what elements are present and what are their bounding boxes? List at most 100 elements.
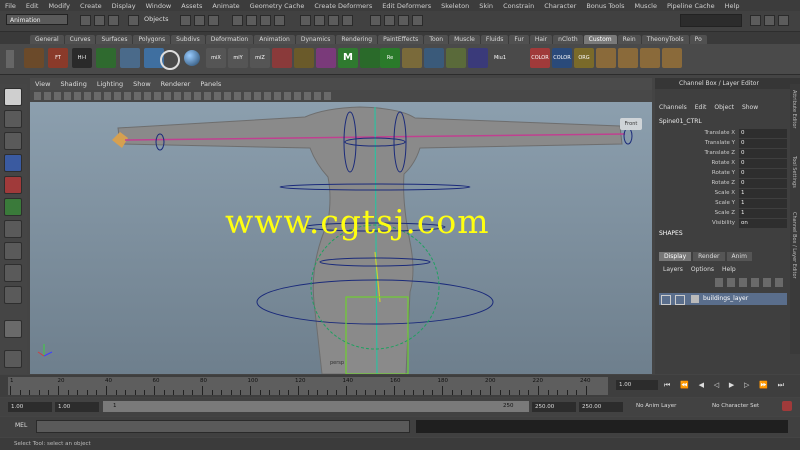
channel-menu-edit[interactable]: Edit <box>691 104 711 114</box>
menu-skeleton[interactable]: Skeleton <box>436 2 474 10</box>
range-bar[interactable]: 1 250 <box>103 401 529 412</box>
select-mode-icon[interactable] <box>128 15 139 26</box>
shelf-tool-pen[interactable] <box>468 48 488 68</box>
shelf-tool-joint[interactable] <box>96 48 116 68</box>
shelf-tool-color[interactable]: COLOR <box>530 48 550 68</box>
sphere-icon[interactable] <box>184 50 200 66</box>
snap-grid-icon[interactable] <box>300 15 311 26</box>
panel-menu-shading[interactable]: Shading <box>55 80 91 88</box>
step-back-icon[interactable]: ⏪ <box>680 381 689 390</box>
shelf-tool-re[interactable]: Re <box>380 48 400 68</box>
render-settings-icon[interactable] <box>412 15 423 26</box>
menu-modify[interactable]: Modify <box>43 2 75 10</box>
mask-surfaces-icon[interactable] <box>274 15 285 26</box>
anim-layer-select[interactable]: No Anim Layer <box>636 403 676 409</box>
menu-pipeline-cache[interactable]: Pipeline Cache <box>662 2 720 10</box>
channel-attr-row[interactable]: Translate Z0 <box>685 149 795 158</box>
shelf-tab-ncloth[interactable]: nCloth <box>553 35 583 44</box>
menu-create[interactable]: Create <box>75 2 107 10</box>
channel-attr-value[interactable]: on <box>739 219 787 228</box>
character-set-select[interactable]: No Character Set <box>712 403 759 409</box>
perspective-viewport[interactable]: Front persp www.cgtsj.com <box>30 102 652 374</box>
ipr-render-icon[interactable] <box>398 15 409 26</box>
layout-outliner-icon[interactable] <box>4 350 22 368</box>
channel-attr-value[interactable]: 0 <box>739 179 787 188</box>
layer-menu-help[interactable]: Help <box>718 266 740 273</box>
menu-window[interactable]: Window <box>141 2 177 10</box>
shelf-menu-icon[interactable] <box>6 50 14 68</box>
play-forward-icon[interactable]: ▶︎ <box>729 381 734 390</box>
channel-menu-channels[interactable]: Channels <box>655 104 691 114</box>
current-frame-field[interactable]: 1.00 <box>616 380 658 390</box>
shelf-tab-animation[interactable]: Animation <box>254 35 295 44</box>
shelf-tab-subdivs[interactable]: Subdivs <box>171 35 205 44</box>
channel-attr-row[interactable]: Scale Y 1 <box>685 199 795 208</box>
shelf-tool-a[interactable] <box>596 48 616 68</box>
menu-assets[interactable]: Assets <box>176 2 207 10</box>
menu-constrain[interactable]: Constrain <box>498 2 539 10</box>
shelf-tool-weights[interactable] <box>316 48 336 68</box>
shelf-tool-hi[interactable]: Hi-I <box>72 48 92 68</box>
manipulator-tool-icon[interactable] <box>4 220 22 238</box>
panel-menu-renderer[interactable]: Renderer <box>156 80 196 88</box>
shelf-tab-rein[interactable]: Rein <box>617 35 641 44</box>
shelf-tab-rendering[interactable]: Rendering <box>336 35 378 44</box>
shelf-tool-color-curves[interactable]: COLOR CURVES <box>552 48 572 68</box>
shelf-tab-curves[interactable]: Curves <box>64 35 96 44</box>
shelf-tab-muscle[interactable]: Muscle <box>449 35 480 44</box>
select-tool-icon[interactable] <box>4 88 22 106</box>
lasso-tool-icon[interactable] <box>4 110 22 128</box>
channel-attr-row[interactable]: Rotate X 0 <box>685 159 795 168</box>
shelf-tool-paint[interactable] <box>272 48 292 68</box>
menu-edit[interactable]: Edit <box>21 2 44 10</box>
channel-attr-row[interactable]: Scale Z 1 <box>685 209 795 218</box>
playback-end-field[interactable]: 250.00 <box>532 402 576 412</box>
channel-box-object-name[interactable]: Spine01_CTRL <box>659 118 702 125</box>
menu-skin[interactable]: Skin <box>474 2 498 10</box>
layer-color-swatch[interactable] <box>691 295 699 303</box>
new-scene-icon[interactable] <box>80 15 91 26</box>
open-scene-icon[interactable] <box>94 15 105 26</box>
shelf-tool-green[interactable] <box>360 48 380 68</box>
mask-curves-icon[interactable] <box>260 15 271 26</box>
mel-input[interactable] <box>36 420 410 433</box>
select-by-object-icon[interactable] <box>194 15 205 26</box>
layer-visibility-toggle[interactable] <box>661 295 671 305</box>
menu-muscle[interactable]: Muscle <box>629 2 662 10</box>
shelf-tab-dynamics[interactable]: Dynamics <box>295 35 336 44</box>
viewcube-front-label[interactable]: Front <box>620 118 642 130</box>
step-forward-icon[interactable]: ⏩ <box>759 381 768 390</box>
history-icon[interactable] <box>370 15 381 26</box>
rotate-tool-icon[interactable] <box>4 176 22 194</box>
time-ruler[interactable]: 1 20 40 60 80 100 120 140 160 180 200 220 240 <box>8 377 608 395</box>
shelf-tool-rig[interactable] <box>402 48 422 68</box>
channel-menu-show[interactable]: Show <box>738 104 762 114</box>
shelf-tool-c[interactable] <box>640 48 660 68</box>
shelf-tab-custom[interactable]: Custom <box>583 35 617 44</box>
menu-create-deformers[interactable]: Create Deformers <box>309 2 377 10</box>
shelf-tab-toon[interactable]: Toon <box>424 35 449 44</box>
shelf-tab-hair[interactable]: Hair <box>529 35 553 44</box>
shelf-tab-polygons[interactable]: Polygons <box>133 35 171 44</box>
numeric-input-field[interactable] <box>680 14 742 27</box>
show-tool-settings-icon[interactable] <box>764 15 775 26</box>
shelf-tab-theonytools[interactable]: TheonyTools <box>641 35 689 44</box>
layer-tab-display[interactable]: Display <box>659 252 692 261</box>
shelf-tool-d[interactable] <box>662 48 682 68</box>
snap-point-icon[interactable] <box>328 15 339 26</box>
shelf-tool-ik[interactable] <box>120 48 140 68</box>
menu-edit-deformers[interactable]: Edit Deformers <box>377 2 436 10</box>
paint-select-icon[interactable] <box>4 132 22 150</box>
panel-menu-show[interactable]: Show <box>128 80 156 88</box>
channel-attr-row[interactable]: Translate Y 0 <box>685 139 795 148</box>
layer-menu-layers[interactable]: Layers <box>659 266 687 273</box>
select-by-component-icon[interactable] <box>208 15 219 26</box>
shelf-tool-attach[interactable] <box>424 48 444 68</box>
panel-menu-panels[interactable]: Panels <box>195 80 226 88</box>
shelf-tab-deformation[interactable]: Deformation <box>205 35 254 44</box>
side-tab-channel-box[interactable]: Channel Box / Layer Editor <box>791 212 797 279</box>
soft-mod-tool-icon[interactable] <box>4 242 22 260</box>
select-by-hierarchy-icon[interactable] <box>180 15 191 26</box>
channel-attr-row[interactable]: Translate X0 <box>685 129 795 138</box>
channel-attr-row[interactable]: Scale X 1 <box>685 189 795 198</box>
